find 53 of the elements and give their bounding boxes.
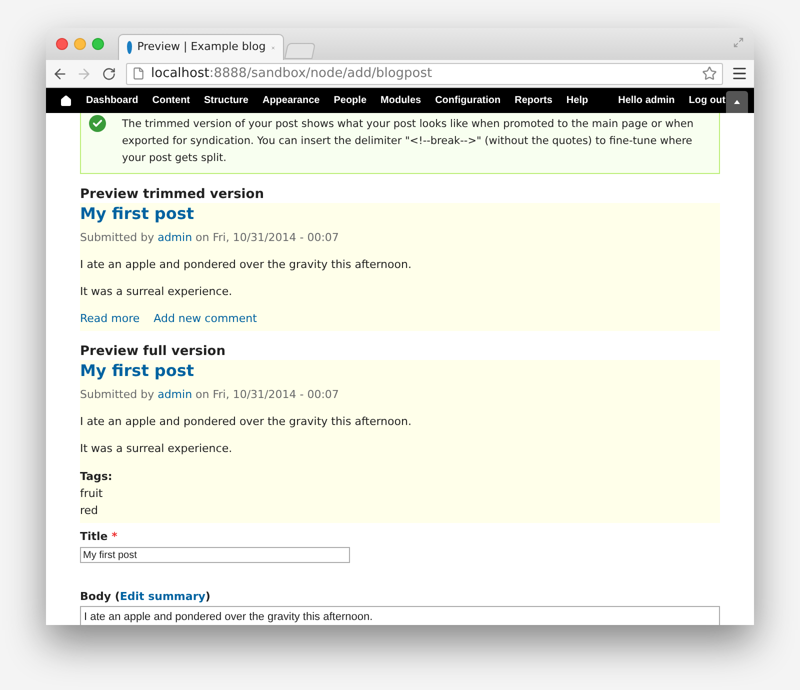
tag-link[interactable]: red: [80, 502, 720, 519]
toolbar-link[interactable]: Dashboard: [86, 93, 138, 108]
toolbar-link[interactable]: Log out: [688, 93, 726, 108]
back-icon[interactable]: [52, 66, 68, 82]
preview-heading: Preview full version: [80, 343, 226, 360]
home-icon[interactable]: [60, 94, 72, 106]
toolbar-toggle-button[interactable]: [726, 91, 748, 113]
tag-link[interactable]: fruit: [80, 485, 720, 502]
post-title[interactable]: My first post: [80, 203, 720, 225]
author-link[interactable]: admin: [158, 231, 192, 244]
body-label: Body (Edit summary): [80, 589, 212, 605]
edit-summary-link[interactable]: Edit summary: [120, 590, 206, 603]
post-link[interactable]: Read more: [80, 311, 140, 327]
toolbar-link[interactable]: Reports: [514, 93, 552, 108]
preview-heading: Preview trimmed version: [80, 186, 265, 203]
submitted-text: Submitted by admin on Fri, 10/31/2014 - 00:07: [80, 387, 340, 403]
check-icon: [89, 115, 106, 132]
address-bar[interactable]: localhost:8888/sandbox/node/add/blogpost: [126, 62, 723, 84]
toolbar-link[interactable]: Hello admin: [618, 93, 675, 108]
post-link[interactable]: Add new comment: [154, 311, 257, 327]
title-label: Title: [80, 530, 108, 543]
menu-icon[interactable]: [731, 65, 748, 82]
post-paragraph: It was a surreal experience.: [80, 441, 234, 457]
author-link[interactable]: admin: [158, 388, 192, 401]
title-input[interactable]: My first post: [80, 547, 350, 563]
toolbar-link[interactable]: People: [334, 93, 367, 108]
toolbar-link[interactable]: Configuration: [435, 93, 501, 108]
minimize-window-icon[interactable]: [74, 38, 86, 50]
body-textarea[interactable]: I ate an apple and pondered over the gravity this afternoon.: [80, 606, 720, 625]
page-icon: [132, 67, 145, 80]
post-paragraph: I ate an apple and pondered over the gravity this afternoon.: [80, 257, 412, 273]
post-title[interactable]: My first post: [80, 360, 720, 382]
reload-icon[interactable]: [102, 66, 116, 80]
toolbar-link[interactable]: Structure: [204, 93, 248, 108]
toolbar-link[interactable]: Modules: [380, 93, 422, 108]
fullscreen-icon[interactable]: [733, 37, 744, 48]
toolbar-link[interactable]: Appearance: [262, 93, 320, 108]
post-paragraph: It was a surreal experience.: [80, 284, 234, 300]
zoom-window-icon[interactable]: [92, 38, 104, 50]
message-text: The trimmed version of your post shows what your post looks like when promoted to the main page or when exported for syndication. You can insert the delimiter "<!--break-->" (without the quotes) to fine-tune where your post gets split.: [122, 117, 695, 166]
submitted-text: Submitted by admin on Fri, 10/31/2014 - 00:07: [80, 230, 340, 246]
tab-title: Preview | Example blog: [137, 39, 266, 56]
post-paragraph: I ate an apple and pondered over the gravity this afternoon.: [80, 414, 412, 430]
bookmark-star-icon[interactable]: [702, 66, 717, 81]
toolbar-link[interactable]: Help: [566, 93, 588, 108]
required-mark: *: [112, 530, 118, 543]
toolbar-link[interactable]: Content: [152, 93, 190, 108]
browser-tab[interactable]: Preview | Example blog: [118, 34, 284, 60]
caret-up-icon: [734, 100, 740, 104]
tags-label: Tags:: [80, 469, 114, 485]
close-window-icon[interactable]: [56, 38, 68, 50]
url-text: localhost:8888/sandbox/node/add/blogpost: [151, 64, 434, 83]
forward-icon[interactable]: [76, 66, 92, 82]
